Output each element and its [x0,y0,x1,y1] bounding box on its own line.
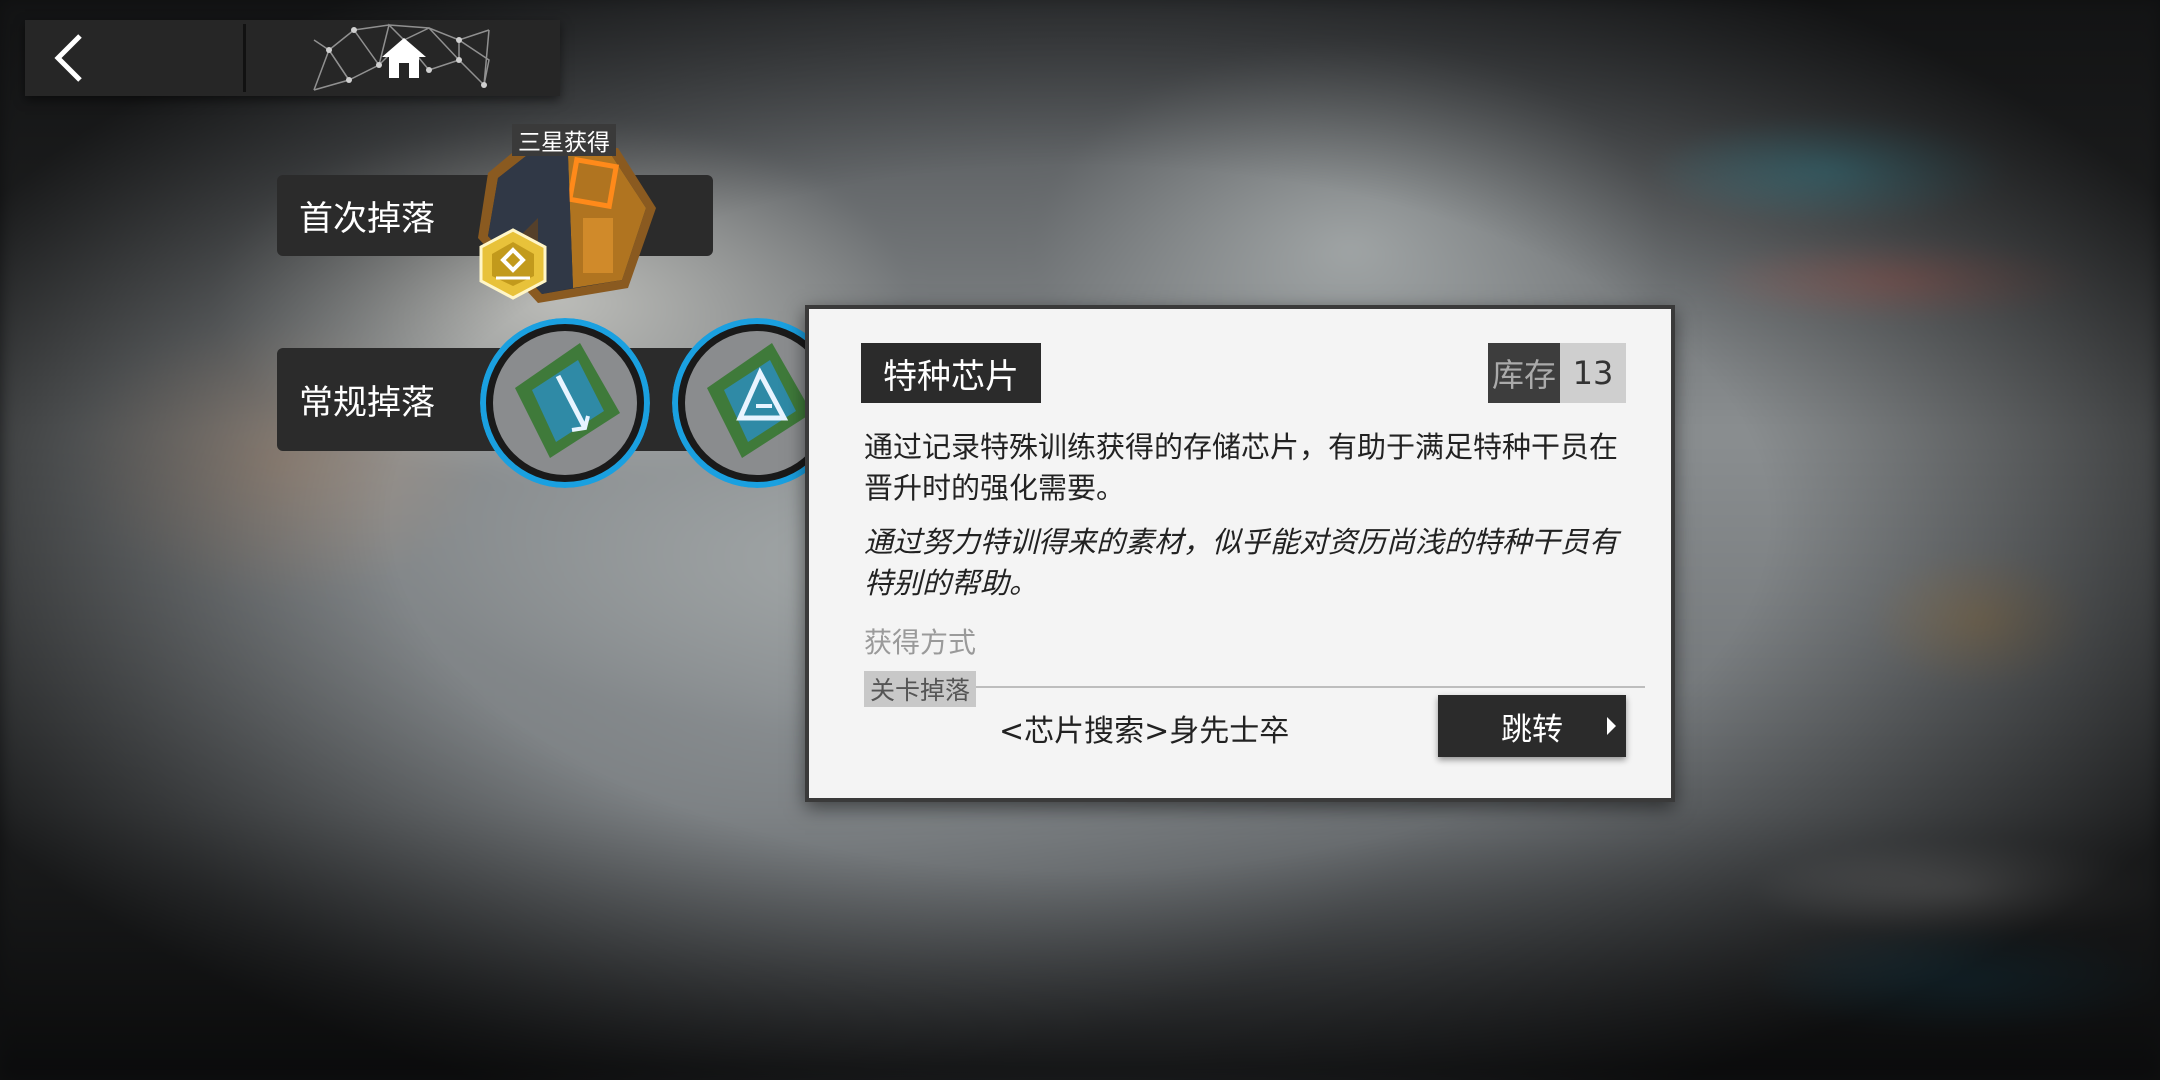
stage-name: <芯片搜索>身先士卒 [999,714,1290,749]
chip-icon [480,318,650,488]
regular-drop-item-1[interactable] [480,318,650,488]
regular-drop-label: 常规掉落 [299,383,435,423]
first-drop-item[interactable] [478,148,656,303]
hex-quality-icon [479,228,547,300]
first-drop-label: 首次掉落 [299,199,435,239]
jump-button[interactable]: 跳转 [1438,695,1626,757]
stock-label: 库存 [1487,343,1560,403]
obtain-divider [864,686,1645,688]
item-flavor-text: 通过努力特训得来的素材，似乎能对资历尚浅的特种干员有特别的帮助。 [864,525,1619,600]
three-star-badge: 三星获得 [512,124,616,156]
stock-value: 13 [1560,343,1626,403]
chevron-left-icon [54,34,82,82]
back-button[interactable] [25,20,243,96]
arrow-right-icon [1607,717,1616,735]
obtain-method-title: 获得方式 [864,626,977,659]
item-name: 特种芯片 [861,343,1041,403]
stage-drop-tag: 关卡掉落 [864,671,977,707]
stock-counter: 库存 13 [1487,343,1626,403]
jump-button-label: 跳转 [1501,711,1563,748]
item-description: 通过记录特殊训练获得的存储芯片，有助于满足特种干员在晋升时的强化需要。 [864,430,1619,505]
top-nav-bar [25,20,560,96]
home-button[interactable] [309,20,499,96]
item-detail-card: 特种芯片 库存 13 通过记录特殊训练获得的存储芯片，有助于满足特种干员在晋升时… [805,305,1675,802]
nav-divider [243,24,246,92]
home-icon [382,38,426,78]
